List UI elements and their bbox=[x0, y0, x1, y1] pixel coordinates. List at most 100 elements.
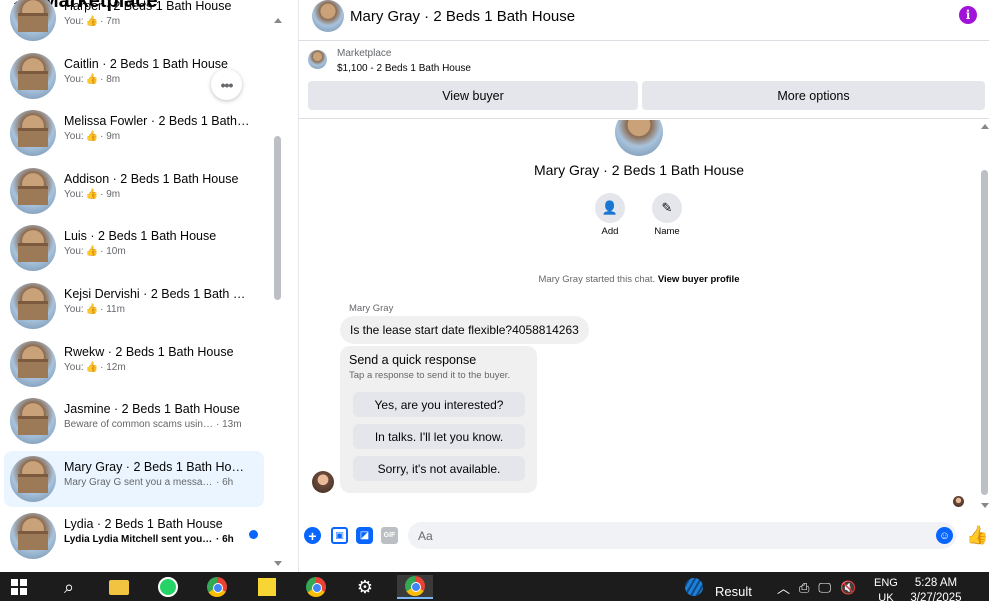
scroll-down-arrow-icon[interactable] bbox=[981, 503, 989, 508]
file-explorer-button[interactable] bbox=[106, 575, 132, 599]
preview-time: · 8m bbox=[100, 73, 121, 85]
quick-response-in-talks-button[interactable]: In talks. I'll let you know. bbox=[353, 424, 525, 449]
listing-price[interactable]: $1,100 - 2 Beds 1 Bath House bbox=[337, 63, 471, 74]
windows-taskbar: ⌕ ⚙ Result ︿ ⎙ 🖵 🔇 ENG UK 5:28 AM 3/27/2… bbox=[0, 572, 989, 604]
conversation-name: Addison · 2 Beds 1 Bath House bbox=[64, 171, 239, 186]
view-buyer-button[interactable]: View buyer bbox=[308, 81, 638, 110]
quick-response-subtitle: Tap a response to send it to the buyer. bbox=[349, 370, 511, 381]
cricket-ball-icon bbox=[685, 578, 703, 596]
read-receipt-avatar bbox=[953, 496, 964, 507]
chat-started-notice: Mary Gray started this chat. View buyer … bbox=[299, 274, 979, 285]
thread-scrollbar[interactable] bbox=[979, 120, 989, 512]
quick-response-interested-button[interactable]: Yes, are you interested? bbox=[353, 392, 525, 417]
conversation-item[interactable]: Lydia · 2 Beds 1 Bath House Lydia Lydia M… bbox=[4, 508, 264, 564]
sticky-notes-button[interactable] bbox=[254, 575, 280, 599]
sticker-icon[interactable]: ◪ bbox=[356, 527, 373, 544]
listing-avatar bbox=[10, 340, 56, 387]
scrollbar-thumb[interactable] bbox=[274, 136, 281, 300]
conversation-name: Kejsi Dervishi · 2 Beds 1 Bath H... bbox=[64, 287, 250, 301]
chrome-icon bbox=[405, 576, 425, 596]
message-input[interactable] bbox=[408, 522, 956, 549]
volume-muted-icon[interactable]: 🔇 bbox=[840, 580, 856, 596]
scroll-up-arrow-icon[interactable] bbox=[274, 18, 282, 23]
add-friend-button[interactable]: 👤 bbox=[595, 193, 625, 223]
conversation-item[interactable]: Melissa Fowler · 2 Beds 1 Bath ... You: 👍 ·… bbox=[4, 105, 264, 161]
plus-icon[interactable]: + bbox=[304, 527, 321, 544]
message-bubble[interactable]: Is the lease start date flexible?4058814… bbox=[340, 316, 589, 344]
conversation-name: Lydia · 2 Beds 1 Bath House bbox=[64, 517, 223, 532]
conversation-item[interactable]: Harper · 2 Beds 1 Bath House You: 👍 · 7m bbox=[4, 0, 264, 46]
conversation-name: Melissa Fowler · 2 Beds 1 Bath ... bbox=[64, 114, 250, 129]
conversation-list-scrollbar[interactable] bbox=[272, 14, 284, 570]
network-icon[interactable]: 🖵 bbox=[818, 580, 831, 596]
thumbs-up-icon[interactable]: 👍 bbox=[966, 525, 988, 546]
edit-nickname-button[interactable]: ✎ bbox=[652, 193, 682, 223]
cricket-widget-icon[interactable] bbox=[684, 575, 704, 599]
conversation-item[interactable]: Kejsi Dervishi · 2 Beds 1 Bath H... You: 👍… bbox=[4, 278, 264, 334]
pencil-icon: ✎ bbox=[661, 200, 673, 215]
sender-avatar[interactable] bbox=[312, 471, 334, 493]
start-button[interactable] bbox=[6, 575, 32, 599]
preview-prefix: You: bbox=[64, 246, 84, 258]
conversation-name: Harper · 2 Beds 1 Bath House bbox=[64, 0, 232, 13]
language-indicator[interactable]: ENG UK bbox=[874, 576, 898, 606]
meet-now-icon[interactable]: ⎙ bbox=[799, 580, 809, 596]
chrome-button-active[interactable] bbox=[397, 575, 433, 599]
chat-header: Mary Gray · 2 Beds 1 Bath House i bbox=[299, 0, 989, 41]
message-thread: Mary Gray · 2 Beds 1 Bath House 👤 Add ✎ … bbox=[299, 120, 989, 512]
add-label: Add bbox=[601, 226, 619, 237]
chrome-icon bbox=[306, 577, 326, 597]
preview-time: · 9m bbox=[100, 188, 121, 200]
emoji-icon[interactable]: ☺ bbox=[936, 527, 953, 544]
search-icon[interactable]: ⌕ bbox=[56, 575, 82, 599]
scroll-down-arrow-icon[interactable] bbox=[274, 561, 282, 566]
listing-banner: Marketplace $1,100 - 2 Beds 1 Bath House… bbox=[299, 41, 989, 119]
preview-text: Lydia Lydia Mitchell sent you a ... bbox=[64, 534, 214, 546]
conversation-item[interactable]: Jasmine · 2 Beds 1 Bath House Beware of c… bbox=[4, 393, 264, 449]
chat-avatar[interactable] bbox=[312, 0, 344, 32]
conversation-preview: You: 👍 · 11m bbox=[64, 304, 250, 315]
conversation-preview: You: 👍 · 7m bbox=[64, 16, 250, 27]
preview-time: · 10m bbox=[100, 246, 126, 258]
scroll-up-arrow-icon[interactable] bbox=[981, 124, 989, 129]
conversation-item[interactable]: Luis · 2 Beds 1 Bath House You: 👍 · 10m bbox=[4, 220, 264, 276]
scrollbar-thumb[interactable] bbox=[981, 170, 988, 495]
thumbs-up-icon: 👍 bbox=[85, 304, 99, 315]
photo-icon[interactable]: ▣ bbox=[331, 527, 348, 544]
info-icon[interactable]: i bbox=[959, 6, 977, 24]
sticky-note-icon bbox=[258, 578, 276, 596]
listing-label: Marketplace bbox=[337, 48, 392, 59]
clock[interactable]: 5:28 AM 3/27/2025 bbox=[906, 576, 966, 606]
conversation-preview: You: 👍 · 9m bbox=[64, 131, 250, 142]
conversation-list-panel: ← Marketplace Harper · 2 Beds 1 Bath Hou… bbox=[0, 0, 285, 572]
gif-icon[interactable]: GIF bbox=[381, 527, 398, 544]
thumbs-up-icon: 👍 bbox=[85, 361, 99, 373]
conversation-preview: You: 👍 · 9m bbox=[64, 189, 250, 200]
chrome-icon bbox=[207, 577, 227, 597]
chrome-button-2[interactable] bbox=[303, 575, 329, 599]
conversation-item[interactable]: Addison · 2 Beds 1 Bath House You: 👍 · 9m bbox=[4, 163, 264, 219]
chrome-button-1[interactable] bbox=[204, 575, 230, 599]
quick-response-title: Send a quick response bbox=[349, 353, 477, 367]
folder-icon bbox=[109, 579, 129, 595]
preview-prefix: You: bbox=[64, 16, 84, 27]
conversation-item[interactable]: Rwekw · 2 Beds 1 Bath House You: 👍 · 12m bbox=[4, 336, 264, 392]
preview-prefix: You: bbox=[64, 304, 84, 315]
widget-result-label[interactable]: Result bbox=[715, 584, 752, 599]
conversation-more-options-button[interactable]: ••• bbox=[211, 69, 242, 100]
listing-thumbnail[interactable] bbox=[308, 50, 327, 69]
more-options-button[interactable]: More options bbox=[642, 81, 985, 110]
thumbs-up-icon: 👍 bbox=[85, 246, 99, 258]
thumbs-up-icon: 👍 bbox=[85, 73, 99, 85]
quick-response-not-available-button[interactable]: Sorry, it's not available. bbox=[353, 456, 525, 481]
settings-gear-icon[interactable]: ⚙ bbox=[352, 575, 378, 599]
chevron-up-icon[interactable]: ︿ bbox=[777, 578, 790, 597]
unread-dot-icon bbox=[249, 530, 258, 540]
thumbs-up-icon: 👍 bbox=[85, 188, 99, 200]
whatsapp-button[interactable] bbox=[155, 575, 181, 599]
preview-time: · 11m bbox=[100, 304, 125, 315]
chat-title[interactable]: Mary Gray · 2 Beds 1 Bath House bbox=[350, 8, 575, 25]
thumbs-up-icon: 👍 bbox=[85, 16, 99, 27]
conversation-item[interactable]: Mary Gray · 2 Beds 1 Bath House Mary Gray… bbox=[4, 450, 264, 507]
view-buyer-profile-link[interactable]: View buyer profile bbox=[658, 274, 740, 285]
